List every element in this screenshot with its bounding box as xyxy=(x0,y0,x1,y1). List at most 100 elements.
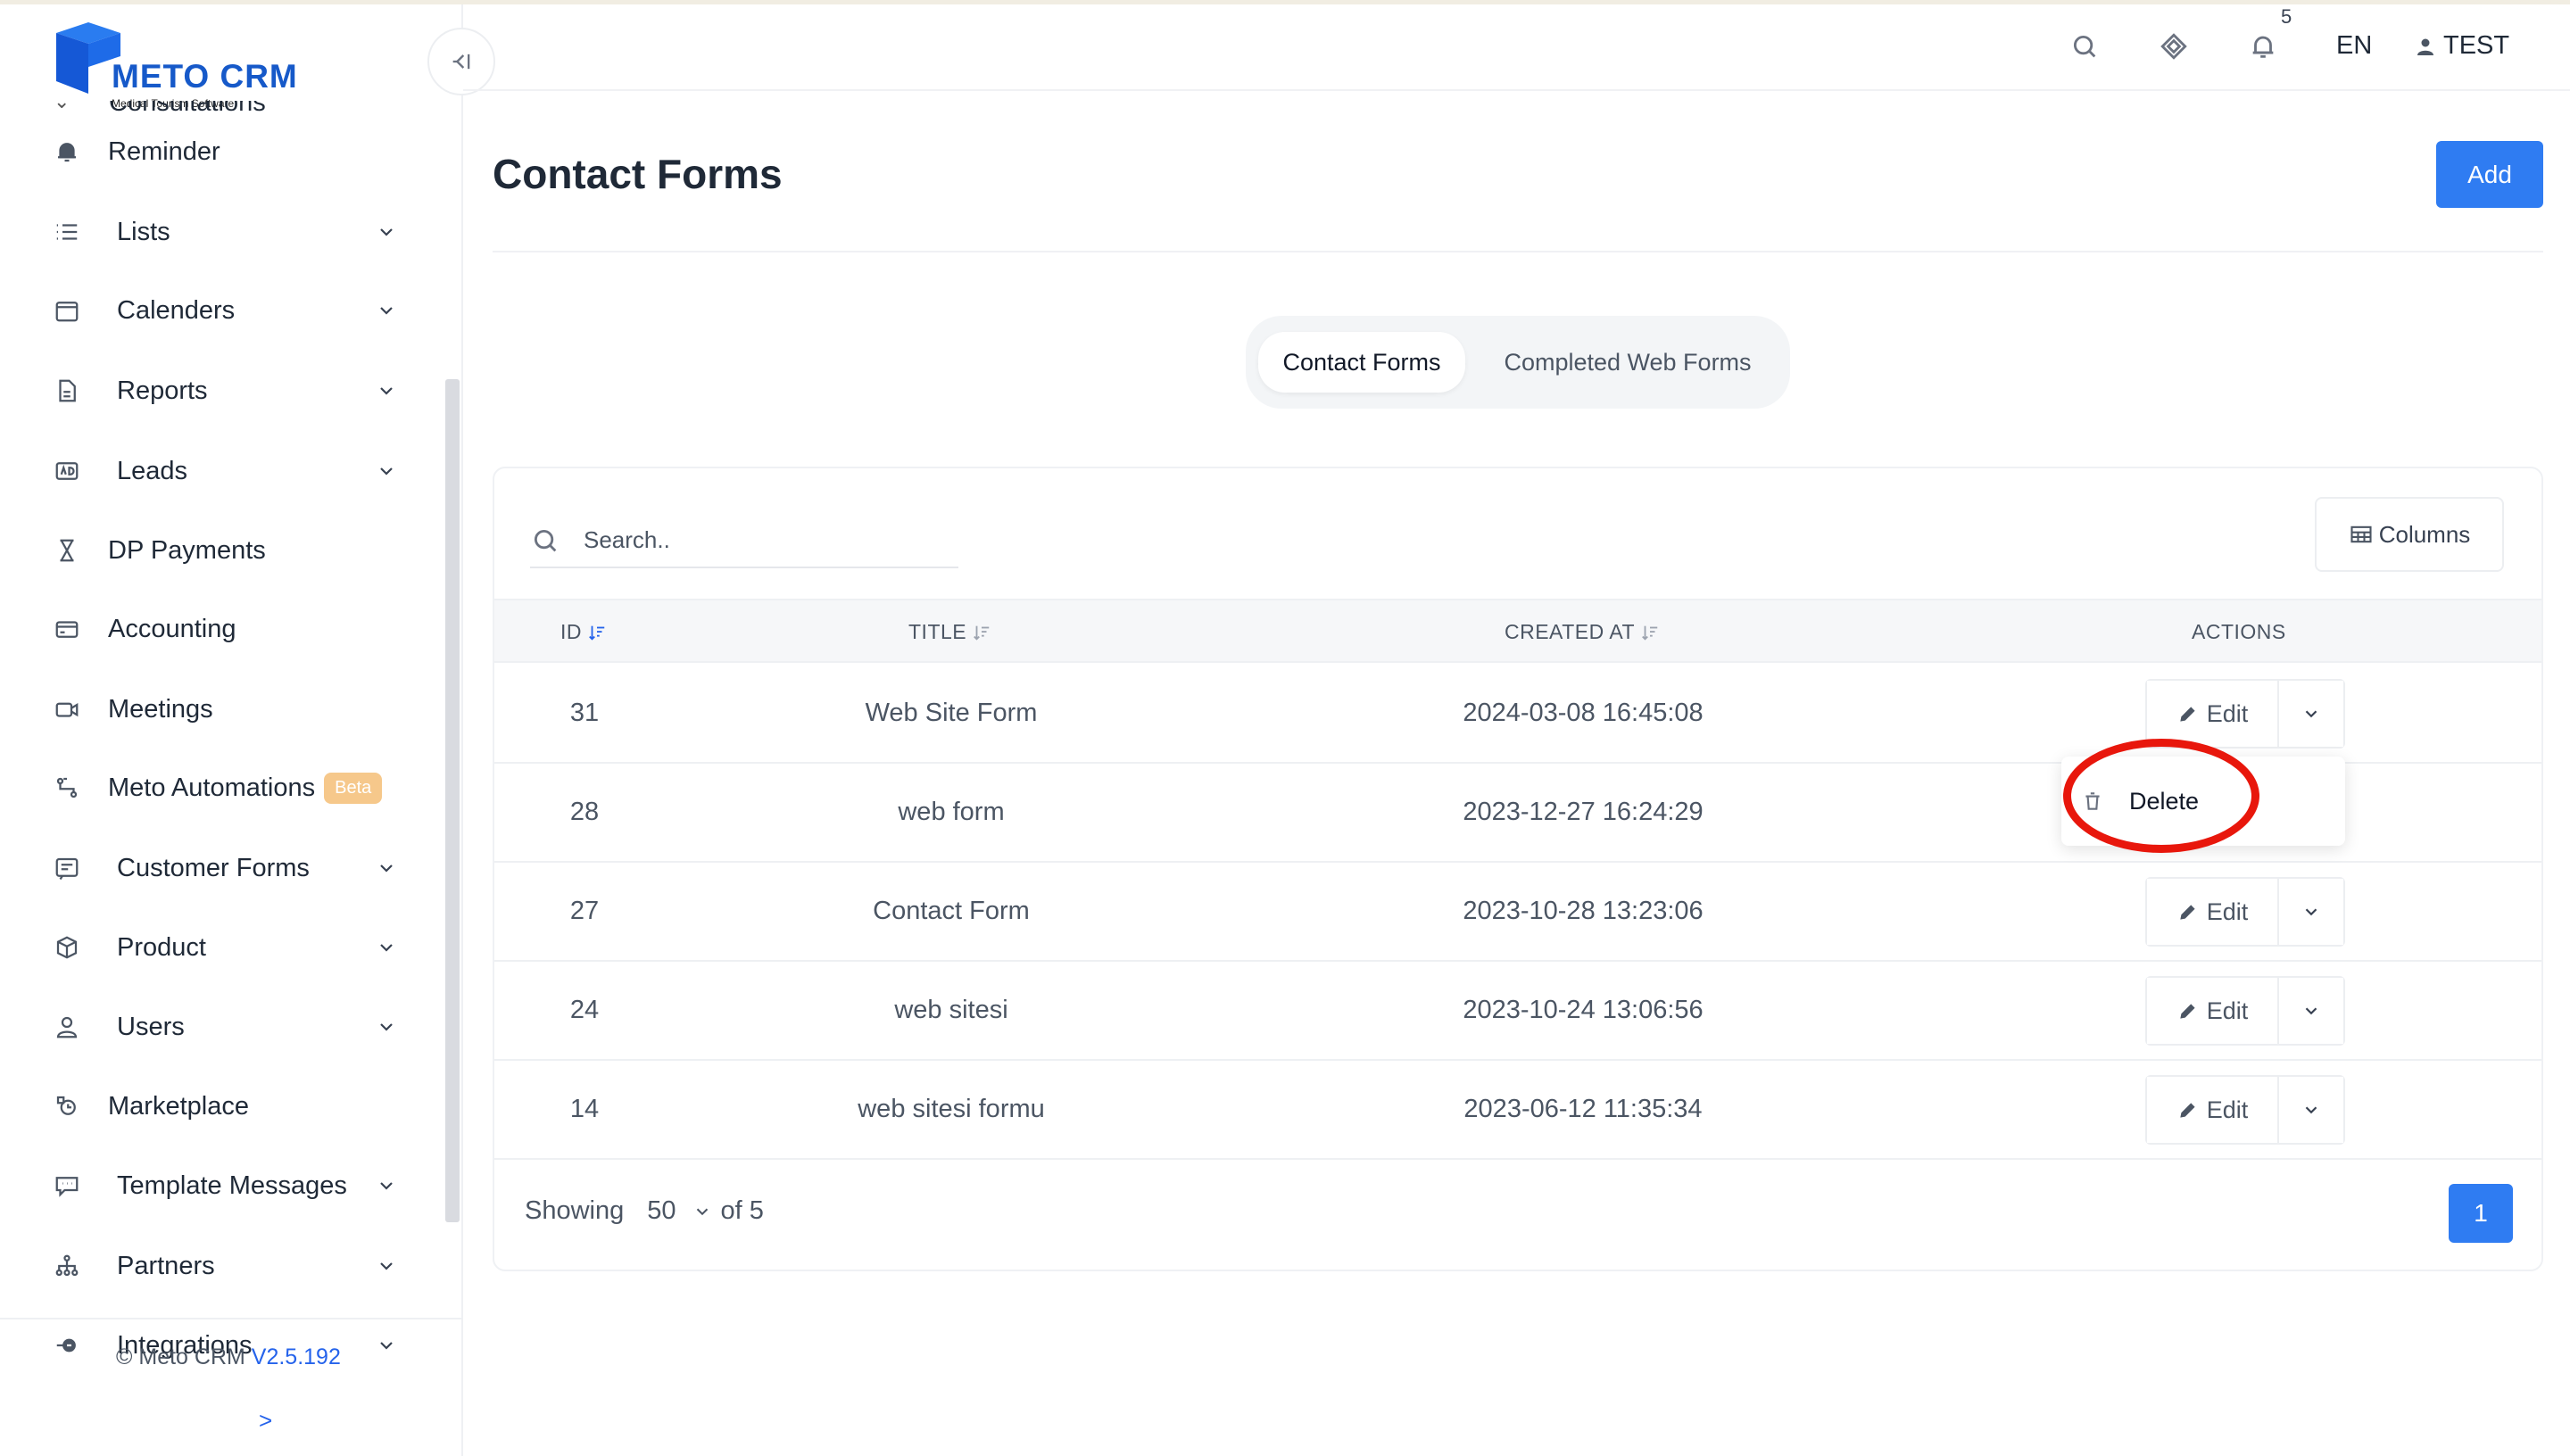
version-number: V2.5.192 xyxy=(251,1344,341,1369)
search-input[interactable] xyxy=(584,522,949,558)
sidebar-item-partners[interactable]: Partners xyxy=(49,1239,397,1293)
edit-button[interactable]: Edit xyxy=(2147,978,2279,1044)
sidebar-item-label: Accounting xyxy=(108,614,236,643)
sidebar-item-label: Customer Forms xyxy=(117,853,310,882)
language-selector[interactable]: EN xyxy=(2336,31,2372,61)
chevron-down-icon xyxy=(380,307,393,315)
sidebar-item-reminder[interactable]: Reminder xyxy=(49,125,397,178)
cell-created-at: 2023-10-28 13:23:06 xyxy=(1463,897,1704,925)
sidebar-item-label: Lists xyxy=(117,217,170,246)
sidebar-item-leads[interactable]: Leads xyxy=(49,444,397,498)
page-button-1[interactable]: 1 xyxy=(2449,1184,2513,1243)
pagination-info: Showing 50 of 5 xyxy=(525,1196,764,1226)
column-header-title[interactable]: TITLE xyxy=(908,620,991,644)
collapse-left-icon xyxy=(452,54,470,70)
cell-id: 24 xyxy=(569,996,600,1024)
list-icon xyxy=(49,214,85,250)
trash-icon xyxy=(2085,792,2100,810)
pencil-icon xyxy=(2180,1004,2195,1019)
chevron-down-icon xyxy=(380,1023,393,1031)
page-size-select[interactable]: 50 xyxy=(647,1196,720,1226)
sidebar-item-label: DP Payments xyxy=(108,535,266,565)
chevron-down-icon xyxy=(380,1342,393,1350)
tab-bar: Contact Forms Completed Web Forms xyxy=(1246,316,1790,409)
partners-icon xyxy=(49,1248,85,1284)
edit-button[interactable]: Edit xyxy=(2147,879,2279,945)
column-header-created-at[interactable]: CREATED AT xyxy=(1505,620,1660,644)
chevron-down-icon: ⌄ xyxy=(54,101,70,112)
user-menu[interactable]: TEST xyxy=(2415,31,2509,61)
bell-icon xyxy=(2252,36,2274,58)
delete-menu-item[interactable]: Delete xyxy=(2081,774,2199,828)
sidebar-item-reports[interactable]: Reports xyxy=(49,364,397,418)
sidebar-item-meto-automations[interactable]: Meto Automations Beta xyxy=(49,761,397,815)
sort-desc-icon xyxy=(589,625,605,641)
sidebar-item-dp-payments[interactable]: DP Payments xyxy=(49,524,397,577)
user-icon xyxy=(2417,38,2433,55)
sidebar-item-template-messages[interactable]: Template Messages xyxy=(49,1159,397,1212)
sidebar-item-label: Meto Automations xyxy=(108,773,316,802)
notifications-button[interactable] xyxy=(2243,27,2283,66)
sidebar-item-customer-forms[interactable]: Customer Forms xyxy=(49,841,397,895)
table-header: ID TITLE CREATED AT ACTIONS xyxy=(494,599,2541,663)
sidebar: METO CRM Medical Tourism Software ⌄ Cons… xyxy=(0,4,463,1456)
search-icon xyxy=(2073,35,2096,58)
cell-created-at: 2023-06-12 11:35:34 xyxy=(1463,1095,1703,1123)
sidebar-item-label: Leads xyxy=(117,456,188,485)
brand-logo[interactable]: METO CRM Medical Tourism Software xyxy=(49,21,317,110)
sidebar-item-label: Meetings xyxy=(108,694,213,724)
user-name: TEST xyxy=(2443,31,2510,60)
sidebar-item-label: Template Messages xyxy=(117,1171,347,1200)
cell-title: web sitesi xyxy=(894,996,1008,1024)
sidebar-item-label: Marketplace xyxy=(108,1091,249,1121)
hourglass-icon xyxy=(49,533,85,568)
contact-forms-table-card: Columns ID TITLE CREATED AT ACTIONS 31 We… xyxy=(493,467,2543,1271)
actions-dropdown-toggle[interactable] xyxy=(2279,1077,2343,1143)
sidebar-item-marketplace[interactable]: Marketplace xyxy=(49,1080,397,1133)
sidebar-item-accounting[interactable]: Accounting xyxy=(49,602,397,656)
automation-icon xyxy=(49,770,85,806)
chevron-down-icon xyxy=(380,1182,393,1190)
tab-completed-web-forms[interactable]: Completed Web Forms xyxy=(1476,332,1779,393)
sidebar-item-label: Product xyxy=(117,932,206,962)
actions-dropdown-toggle[interactable] xyxy=(2279,978,2343,1044)
edit-button[interactable]: Edit xyxy=(2147,1077,2279,1143)
tab-contact-forms[interactable]: Contact Forms xyxy=(1258,332,1465,393)
add-button[interactable]: Add xyxy=(2436,141,2543,208)
actions-dropdown-toggle[interactable] xyxy=(2279,681,2343,747)
sidebar-item-users[interactable]: Users xyxy=(49,1000,397,1054)
box-icon xyxy=(49,930,85,965)
table-row: 14 web sitesi formu 2023-06-12 11:35:34 Edi… xyxy=(494,1061,2541,1160)
sidebar-item-meetings[interactable]: Meetings xyxy=(49,682,397,736)
bell-icon xyxy=(49,134,85,170)
sidebar-item-calenders[interactable]: Calenders xyxy=(49,284,397,337)
marketplace-icon xyxy=(49,1088,85,1124)
sidebar-item-label: Users xyxy=(117,1012,185,1041)
sidebar-item-label: Partners xyxy=(117,1251,215,1280)
chevron-down-icon xyxy=(380,228,393,236)
title-divider xyxy=(493,251,2543,252)
search-button[interactable] xyxy=(2065,27,2104,66)
user-icon xyxy=(49,1009,85,1045)
sidebar-item-lists[interactable]: Lists xyxy=(49,205,397,259)
collapse-sidebar-button[interactable] xyxy=(427,28,495,95)
actions-dropdown-toggle[interactable] xyxy=(2279,879,2343,945)
search-icon xyxy=(534,529,557,552)
video-icon xyxy=(49,691,85,727)
sidebar-item-consultations[interactable]: ⌄ Consultations xyxy=(54,101,286,126)
cell-created-at: 2024-03-08 16:45:08 xyxy=(1463,699,1704,727)
notification-count: 5 xyxy=(2281,5,2292,28)
columns-button[interactable]: Columns xyxy=(2315,497,2504,572)
chevron-down-icon xyxy=(380,387,393,395)
pencil-icon xyxy=(2180,707,2195,722)
cell-id: 31 xyxy=(569,699,600,727)
column-header-id[interactable]: ID xyxy=(560,620,607,644)
sidebar-item-product[interactable]: Product xyxy=(49,921,397,974)
apps-button[interactable] xyxy=(2154,27,2193,66)
table-row: 31 Web Site Form 2024-03-08 16:45:08 Edit xyxy=(494,665,2541,764)
sidebar-scrollbar[interactable] xyxy=(445,379,460,1222)
edit-button[interactable]: Edit xyxy=(2147,681,2279,747)
sidebar-item-label: Reports xyxy=(117,376,208,405)
expand-sidebar-button[interactable]: > xyxy=(259,1407,272,1435)
row-actions: Edit xyxy=(2145,976,2345,1046)
